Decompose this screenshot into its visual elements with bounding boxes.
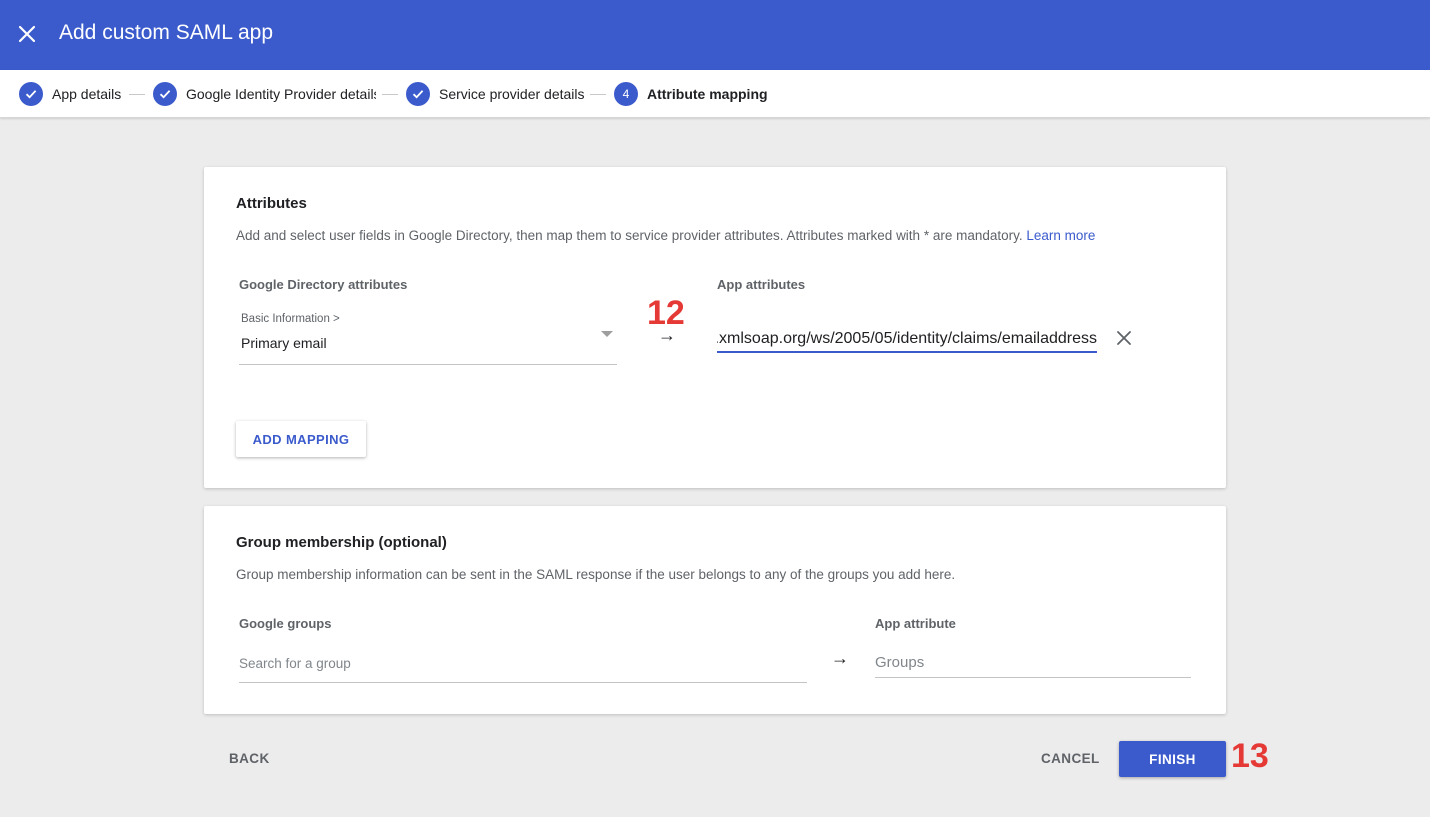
dropdown-selected-value: Primary email — [241, 335, 327, 351]
finish-button[interactable]: FINISH — [1119, 741, 1226, 777]
step-connector — [382, 94, 398, 95]
step-label: Service provider details — [439, 86, 585, 102]
add-mapping-button[interactable]: ADD MAPPING — [236, 421, 366, 457]
step-label: Attribute mapping — [647, 86, 768, 102]
check-circle-icon — [19, 82, 43, 106]
app-attribute-input[interactable]: http://schemas.xmlsoap.org/ws/2005/05/id… — [717, 327, 1097, 353]
chevron-down-icon — [601, 331, 613, 337]
attributes-description-text: Add and select user fields in Google Dir… — [236, 228, 1023, 243]
group-membership-card: Group membership (optional) Group member… — [204, 506, 1226, 714]
attributes-title: Attributes — [236, 195, 307, 212]
step-label: Google Identity Provider details — [186, 86, 376, 102]
step-label: App details — [52, 86, 122, 102]
app-attributes-label: App attributes — [717, 277, 806, 292]
annotation-step-13: 13 — [1231, 737, 1269, 775]
dropdown-category: Basic Information > — [241, 313, 340, 325]
group-membership-title: Group membership (optional) — [236, 534, 447, 551]
page-title: Add custom SAML app — [59, 21, 273, 44]
google-groups-label: Google groups — [239, 616, 332, 631]
directory-attribute-dropdown[interactable]: Basic Information > Primary email — [239, 307, 617, 365]
step-attribute-mapping[interactable]: 4 Attribute mapping — [614, 82, 768, 106]
group-membership-description: Group membership information can be sent… — [236, 567, 956, 582]
cancel-button[interactable]: CANCEL — [1041, 751, 1100, 766]
app-attribute-groups-input[interactable] — [875, 648, 1191, 677]
app-attribute-label: App attribute — [875, 616, 956, 631]
arrow-right-icon: → — [831, 648, 849, 668]
stepper: App details Google Identity Provider det… — [0, 70, 1430, 118]
step-app-details[interactable]: App details — [19, 82, 121, 106]
directory-attributes-label: Google Directory attributes — [239, 277, 408, 292]
attributes-card: Attributes Add and select user fields in… — [204, 167, 1226, 488]
group-search-field — [239, 644, 807, 683]
check-circle-icon — [153, 82, 177, 106]
attributes-description: Add and select user fields in Google Dir… — [236, 228, 1095, 243]
step-connector — [590, 94, 606, 95]
back-button[interactable]: BACK — [229, 751, 270, 766]
step-number: 4 — [614, 82, 638, 106]
step-connector — [129, 94, 145, 95]
app-attribute-value: http://schemas.xmlsoap.org/ws/2005/05/id… — [717, 330, 1097, 347]
step-idp-details[interactable]: Google Identity Provider details — [153, 82, 376, 106]
check-circle-icon — [406, 82, 430, 106]
learn-more-link[interactable]: Learn more — [1026, 228, 1095, 243]
step-service-provider-details[interactable]: Service provider details — [406, 82, 585, 106]
close-icon[interactable] — [17, 24, 37, 44]
annotation-step-12: 12 — [647, 294, 685, 332]
app-header: Add custom SAML app — [0, 0, 1430, 70]
group-search-input[interactable] — [239, 644, 807, 682]
close-icon[interactable] — [1116, 330, 1132, 346]
app-attribute-field — [875, 648, 1191, 678]
